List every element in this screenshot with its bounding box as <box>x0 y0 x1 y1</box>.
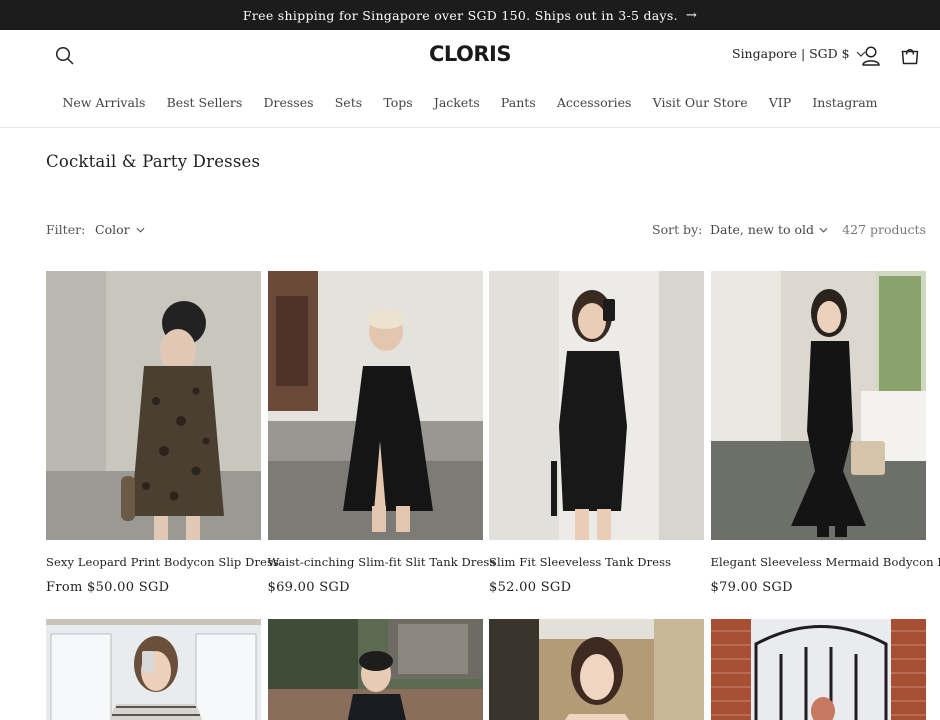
product-name[interactable]: Slim Fit Sleeveless Tank Dress <box>489 555 704 569</box>
product-name[interactable]: Waist-cinching Slim-fit Slit Tank Dress <box>268 555 496 569</box>
product-card[interactable]: Waist-cinching Slim-fit Slit Tank Dress … <box>267 271 496 595</box>
product-price: From $50.00 SGD <box>46 580 170 595</box>
product-count: 427 products <box>842 222 926 237</box>
product-card[interactable] <box>489 619 704 720</box>
filter-bar: Filter: Color Sort by: Date, new to old … <box>46 222 926 240</box>
color-filter-dropdown[interactable]: Color <box>95 222 145 237</box>
nav-item-vip[interactable]: VIP <box>758 93 802 112</box>
product-card[interactable] <box>46 619 261 720</box>
account-icon[interactable] <box>861 45 881 67</box>
nav-item-sets[interactable]: Sets <box>324 93 373 112</box>
product-image[interactable] <box>267 619 483 720</box>
sort-select[interactable]: Date, new to old <box>710 222 828 237</box>
product-image[interactable] <box>267 271 483 540</box>
nav-item-new-arrivals[interactable]: New Arrivals <box>52 93 156 112</box>
product-image[interactable] <box>489 271 704 540</box>
product-price: $69.00 SGD <box>267 580 350 595</box>
product-image[interactable] <box>489 619 704 720</box>
main-nav: New Arrivals Best Sellers Dresses Sets T… <box>0 93 940 112</box>
page-title: Cocktail & Party Dresses <box>46 152 261 171</box>
nav-item-dresses[interactable]: Dresses <box>253 93 324 112</box>
nav-item-tops[interactable]: Tops <box>373 93 424 112</box>
product-image[interactable] <box>46 271 261 540</box>
product-card[interactable]: Sexy Leopard Print Bodycon Slip Dress Fr… <box>46 271 279 595</box>
chevron-down-icon <box>136 227 145 233</box>
arrow-right-icon: → <box>685 7 698 23</box>
product-price: $52.00 SGD <box>489 580 572 595</box>
product-image[interactable] <box>710 619 926 720</box>
nav-item-visit-store[interactable]: Visit Our Store <box>642 93 758 112</box>
site-header: CLORIS Singapore | SGD $ New Arrivals Be… <box>0 30 940 128</box>
product-card[interactable] <box>267 619 483 720</box>
filter-label: Filter: <box>46 222 86 237</box>
nav-item-accessories[interactable]: Accessories <box>546 93 642 112</box>
nav-item-pants[interactable]: Pants <box>490 93 546 112</box>
nav-item-instagram[interactable]: Instagram <box>802 93 888 112</box>
product-image[interactable] <box>710 271 926 540</box>
color-filter-label: Color <box>95 222 130 237</box>
product-card[interactable]: Slim Fit Sleeveless Tank Dress $52.00 SG… <box>489 271 704 595</box>
logo-text: CLORIS <box>428 42 512 66</box>
product-name[interactable]: Sexy Leopard Print Bodycon Slip Dress <box>46 555 279 569</box>
product-card[interactable]: Elegant Sleeveless Mermaid Bodycon Dress… <box>710 271 940 595</box>
cart-icon[interactable] <box>900 46 920 66</box>
sort-label: Sort by: <box>652 222 703 237</box>
announcement-bar[interactable]: Free shipping for Singapore over SGD 150… <box>0 0 940 30</box>
announcement-text: Free shipping for Singapore over SGD 150… <box>242 7 678 23</box>
nav-item-jackets[interactable]: Jackets <box>423 93 490 112</box>
product-name[interactable]: Elegant Sleeveless Mermaid Bodycon Dress <box>711 555 940 569</box>
locale-selector[interactable]: Singapore | SGD $ <box>732 46 866 61</box>
product-image[interactable] <box>46 619 261 720</box>
sort-value: Date, new to old <box>710 222 815 237</box>
nav-item-best-sellers[interactable]: Best Sellers <box>156 93 253 112</box>
product-price: $79.00 SGD <box>710 580 793 595</box>
product-card[interactable] <box>710 619 926 720</box>
chevron-down-icon <box>819 227 828 233</box>
locale-label: Singapore | SGD $ <box>732 46 850 61</box>
